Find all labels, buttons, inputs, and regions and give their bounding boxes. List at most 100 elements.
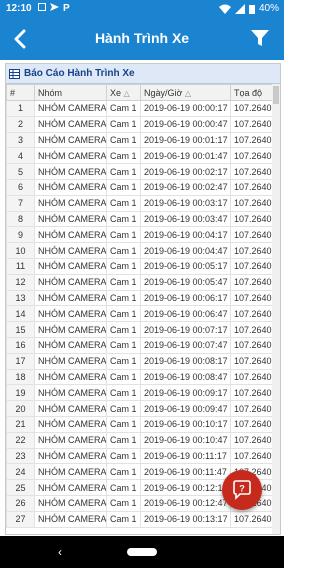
notification-icons: P [38,2,71,12]
table-row[interactable]: 7 NHÓM CAMERA Cam 1 2019-06-19 00:03:17 107.… [6,194,275,212]
nav-home-pill[interactable] [127,548,157,556]
row-group: NHÓM CAMERA [34,352,107,370]
table-row[interactable]: 10 NHÓM CAMERA Cam 1 2019-06-19 00:04:47 107… [6,242,275,259]
table-row[interactable]: 22 NHÓM CAMERA Cam 1 2019-06-19 00:10:47 107… [6,431,275,449]
column-header-coordinates[interactable]: Tọa độ [230,84,275,101]
row-index: 21 [6,415,35,433]
table-row[interactable]: 27 NHÓM CAMERA Cam 1 2019-06-19 00:13:17 107… [6,510,275,528]
row-group: NHÓM CAMERA [34,163,107,180]
row-datetime: 2019-06-19 00:13:17 [140,510,231,528]
table-row[interactable]: 3 NHÓM CAMERA Cam 1 2019-06-19 00:01:17 107.… [6,131,275,149]
row-datetime: 2019-06-19 00:05:47 [140,273,231,291]
row-coordinates: 107.2640 [230,431,275,449]
column-header-index[interactable]: # [6,84,35,101]
table-row[interactable]: 20 NHÓM CAMERA Cam 1 2019-06-19 00:09:47 107… [6,400,275,417]
row-datetime: 2019-06-19 00:09:17 [140,384,231,402]
row-index: 26 [6,494,35,512]
row-index: 3 [6,131,35,149]
report-table: # Nhóm Xe △ Ngày/Giờ △ Tọa độ 1 NHÓM CAME… [6,84,275,528]
table-row[interactable]: 13 NHÓM CAMERA Cam 1 2019-06-19 00:06:17 107… [6,289,275,307]
row-vehicle: Cam 1 [106,352,141,370]
row-coordinates: 107.2640 [230,226,275,244]
row-group: NHÓM CAMERA [34,400,107,417]
row-group: NHÓM CAMERA [34,510,107,528]
status-right: 40% [218,3,279,14]
row-index: 7 [6,194,35,212]
row-coordinates: 107.2640 [230,352,275,370]
row-coordinates: 107.2640 [230,289,275,307]
row-datetime: 2019-06-19 00:04:47 [140,242,231,259]
table-row[interactable]: 15 NHÓM CAMERA Cam 1 2019-06-19 00:07:17 107… [6,321,275,338]
row-vehicle: Cam 1 [106,447,141,465]
row-vehicle: Cam 1 [106,147,141,165]
row-coordinates: 107.2640 [230,242,275,259]
row-vehicle: Cam 1 [106,210,141,228]
row-index: 6 [6,178,35,196]
table-row[interactable]: 16 NHÓM CAMERA Cam 1 2019-06-19 00:07:47 107… [6,336,275,354]
table-row[interactable]: 19 NHÓM CAMERA Cam 1 2019-06-19 00:09:17 107… [6,384,275,402]
row-coordinates: 107.2640 [230,447,275,465]
row-group: NHÓM CAMERA [34,147,107,165]
row-coordinates: 107.2640 [230,384,275,402]
row-vehicle: Cam 1 [106,163,141,180]
row-datetime: 2019-06-19 00:01:47 [140,147,231,165]
table-row[interactable]: 17 NHÓM CAMERA Cam 1 2019-06-19 00:08:17 107… [6,352,275,370]
table-row[interactable]: 9 NHÓM CAMERA Cam 1 2019-06-19 00:04:17 107.… [6,226,275,244]
table-row[interactable]: 23 NHÓM CAMERA Cam 1 2019-06-19 00:11:17 107… [6,447,275,465]
table-grid-icon [9,68,20,79]
row-vehicle: Cam 1 [106,479,141,496]
status-bar: 12:10 P 40% [0,0,284,18]
row-group: NHÓM CAMERA [34,336,107,354]
row-group: NHÓM CAMERA [34,257,107,275]
row-group: NHÓM CAMERA [34,115,107,133]
row-coordinates: 107.2640 [230,510,275,528]
page-title: Hành Trình Xe [94,30,190,46]
table-row[interactable]: 18 NHÓM CAMERA Cam 1 2019-06-19 00:08:47 107… [6,368,275,386]
row-vehicle: Cam 1 [106,226,141,244]
row-vehicle: Cam 1 [106,273,141,291]
row-vehicle: Cam 1 [106,289,141,307]
nav-back-icon[interactable]: ‹ [58,545,62,559]
row-coordinates: 107.2640 [230,194,275,212]
row-coordinates: 107.2640 [230,305,275,323]
table-row[interactable]: 21 NHÓM CAMERA Cam 1 2019-06-19 00:10:17 107… [6,415,275,433]
row-datetime: 2019-06-19 00:10:47 [140,431,231,449]
row-datetime: 2019-06-19 00:06:47 [140,305,231,323]
row-vehicle: Cam 1 [106,131,141,149]
row-index: 11 [6,257,35,275]
column-header-datetime[interactable]: Ngày/Giờ △ [140,84,231,101]
row-coordinates: 107.2640 [230,257,275,275]
row-vehicle: Cam 1 [106,415,141,433]
sort-arrow-icon[interactable]: △ [185,89,191,98]
filter-icon[interactable] [250,28,270,48]
table-row[interactable]: 6 NHÓM CAMERA Cam 1 2019-06-19 00:02:47 107.… [6,178,275,196]
row-vehicle: Cam 1 [106,305,141,323]
row-coordinates: 107.2640 [230,210,275,228]
row-datetime: 2019-06-19 00:12:47 [140,494,231,512]
chat-help-button[interactable]: ? [222,470,262,510]
wifi-icon [218,4,231,14]
row-datetime: 2019-06-19 00:11:47 [140,463,231,481]
vertical-scrollbar[interactable] [272,84,280,534]
row-coordinates: 107.2640 [230,321,275,338]
row-coordinates: 107.2640 [230,368,275,386]
row-group: NHÓM CAMERA [34,494,107,512]
table-row[interactable]: 8 NHÓM CAMERA Cam 1 2019-06-19 00:03:47 107.… [6,210,275,228]
table-row[interactable]: 1 NHÓM CAMERA Cam 1 2019-06-19 00:00:17 107.… [6,100,275,117]
scrollbar-thumb[interactable] [273,86,279,104]
table-row[interactable]: 5 NHÓM CAMERA Cam 1 2019-06-19 00:02:17 107.… [6,163,275,180]
column-header-group[interactable]: Nhóm [34,84,107,101]
send-icon [50,3,59,11]
column-header-vehicle[interactable]: Xe △ [106,84,141,101]
table-row[interactable]: 2 NHÓM CAMERA Cam 1 2019-06-19 00:00:47 107.… [6,115,275,133]
row-group: NHÓM CAMERA [34,321,107,338]
table-row[interactable]: 12 NHÓM CAMERA Cam 1 2019-06-19 00:05:47 107… [6,273,275,291]
row-datetime: 2019-06-19 00:10:17 [140,415,231,433]
sort-arrow-icon[interactable]: △ [124,89,130,98]
row-vehicle: Cam 1 [106,178,141,196]
table-row[interactable]: 4 NHÓM CAMERA Cam 1 2019-06-19 00:01:47 107.… [6,147,275,165]
battery-icon [248,4,255,14]
table-row[interactable]: 14 NHÓM CAMERA Cam 1 2019-06-19 00:06:47 107… [6,305,275,323]
row-vehicle: Cam 1 [106,242,141,259]
table-row[interactable]: 11 NHÓM CAMERA Cam 1 2019-06-19 00:05:17 107… [6,257,275,275]
